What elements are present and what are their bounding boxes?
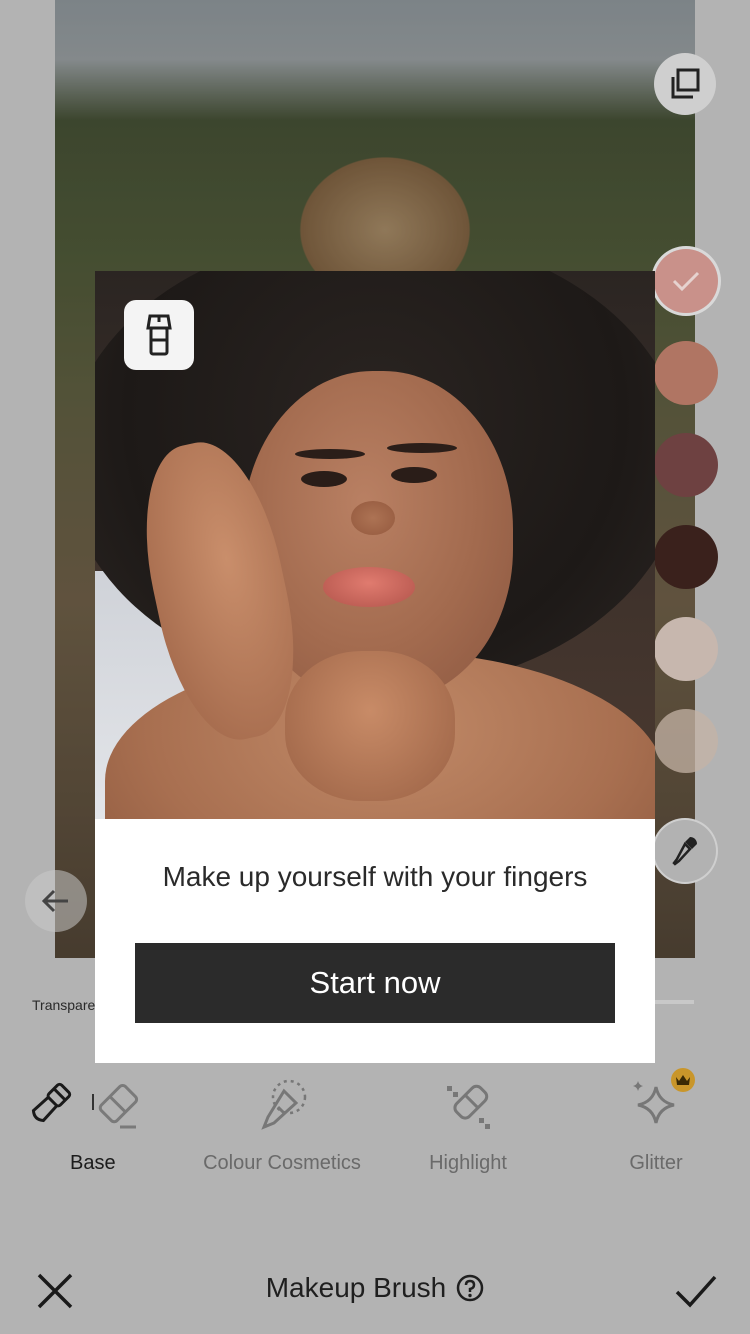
- premium-crown-icon: [671, 1068, 695, 1092]
- eraser-icon[interactable]: [92, 1080, 142, 1130]
- makeup-brush-badge: [124, 300, 194, 370]
- tutorial-message: Make up yourself with your fingers: [162, 861, 588, 892]
- tool-highlight[interactable]: Highlight: [398, 1070, 538, 1175]
- tool-colour-cosmetics-label: Colour Cosmetics: [203, 1152, 361, 1174]
- checkmark-icon: [672, 271, 700, 292]
- start-now-button[interactable]: Start now: [135, 943, 615, 1023]
- compare-button[interactable]: [654, 53, 716, 115]
- transparency-slider[interactable]: [655, 1000, 694, 1004]
- color-swatch-3[interactable]: [654, 433, 718, 497]
- tool-highlight-label: Highlight: [429, 1152, 507, 1174]
- brush-icon: [31, 1082, 72, 1123]
- eyedropper-button[interactable]: [654, 820, 716, 882]
- color-swatch-1[interactable]: [654, 249, 718, 313]
- color-swatch-4[interactable]: [654, 525, 718, 589]
- compare-icon: [671, 68, 700, 99]
- confirm-button[interactable]: [674, 1270, 718, 1312]
- color-swatch-6[interactable]: [654, 709, 718, 773]
- tool-glitter[interactable]: Glitter: [588, 1070, 724, 1175]
- tutorial-modal: Make up yourself with your fingers Start…: [95, 271, 655, 1063]
- tool-colour-cosmetics[interactable]: Colour Cosmetics: [192, 1070, 372, 1175]
- tutorial-image: [95, 271, 655, 819]
- highlight-brush-icon: [447, 1084, 490, 1129]
- undo-button[interactable]: [25, 870, 87, 932]
- brush-icon: [146, 314, 172, 356]
- tool-divider: [92, 1094, 94, 1110]
- bar-title: Makeup Brush: [0, 1272, 750, 1304]
- page-title: Makeup Brush: [265, 1272, 447, 1303]
- arrow-left-icon: [41, 889, 68, 913]
- tool-base-label: Base: [70, 1152, 116, 1174]
- sparkle-brush-icon: [261, 1079, 307, 1130]
- tool-base[interactable]: Base: [24, 1070, 164, 1175]
- checkmark-icon: [675, 1275, 717, 1308]
- color-swatch-2[interactable]: [654, 341, 718, 405]
- color-swatch-5[interactable]: [654, 617, 718, 681]
- tool-glitter-label: Glitter: [629, 1152, 683, 1174]
- help-icon[interactable]: [456, 1274, 484, 1302]
- eyedropper-icon: [672, 837, 697, 866]
